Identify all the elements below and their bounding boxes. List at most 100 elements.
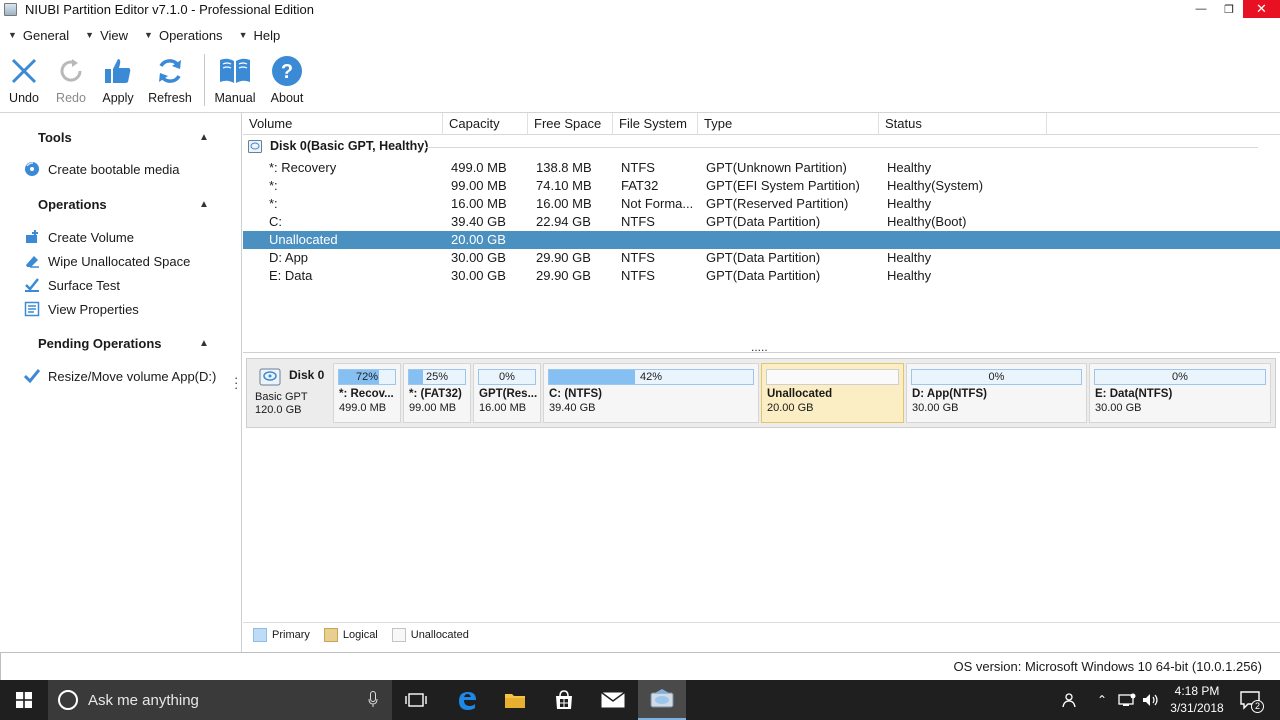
partition-usage-percent: 0% xyxy=(1172,371,1188,383)
question-icon: ? xyxy=(270,54,304,88)
menu-general[interactable]: ▼ General xyxy=(0,28,77,43)
partition-size: 16.00 MB xyxy=(479,402,527,414)
partition-block[interactable]: 0% E: Data(NTFS) 30.00 GB xyxy=(1089,363,1271,423)
store-button[interactable] xyxy=(540,680,588,720)
column-volume[interactable]: Volume xyxy=(243,113,443,135)
restore-button[interactable]: ❐ xyxy=(1215,0,1243,18)
view-properties-item[interactable]: View Properties xyxy=(24,301,139,317)
disk-0-row[interactable]: Disk 0(Basic GPT, Healthy) xyxy=(248,139,428,153)
table-row[interactable]: Unallocated 20.00 GB xyxy=(243,231,1280,249)
close-button[interactable]: ✕ xyxy=(1243,0,1280,18)
column-file-system[interactable]: File System xyxy=(613,113,698,135)
minimize-button[interactable]: — xyxy=(1187,0,1215,18)
toolbar: Undo Redo Apply Refresh Manual ? About xyxy=(0,50,310,112)
disk-row-rule xyxy=(426,147,1258,148)
cell-status: Healthy xyxy=(887,250,932,265)
column-type[interactable]: Type xyxy=(698,113,879,135)
refresh-icon xyxy=(153,54,187,88)
legend-logical: Logical xyxy=(323,628,378,642)
people-icon[interactable] xyxy=(1058,680,1078,720)
partition-name: D: App(NTFS) xyxy=(912,388,987,400)
about-button[interactable]: ? About xyxy=(264,50,310,105)
partition-block[interactable]: 0% D: App(NTFS) 30.00 GB xyxy=(906,363,1087,423)
partition-block[interactable]: 72% *: Recov... 499.0 MB xyxy=(333,363,401,423)
column-free-space[interactable]: Free Space xyxy=(528,113,613,135)
redo-button[interactable]: Redo xyxy=(48,50,94,105)
partition-name: *: (FAT32) xyxy=(409,388,462,400)
partition-block[interactable]: 42% C: (NTFS) 39.40 GB xyxy=(543,363,759,423)
action-center-button[interactable]: 2 xyxy=(1237,680,1265,720)
edge-button[interactable] xyxy=(443,680,491,720)
mail-icon xyxy=(601,692,625,708)
table-row[interactable]: C: 39.40 GB 22.94 GB NTFS GPT(Data Partition… xyxy=(243,213,1280,231)
niubi-taskbar-button[interactable] xyxy=(638,680,686,720)
menu-general-label: General xyxy=(22,27,70,43)
network-icon[interactable] xyxy=(1117,680,1137,720)
wipe-unallocated-space-item[interactable]: Wipe Unallocated Space xyxy=(24,253,190,269)
disk-map-size: 120.0 GB xyxy=(255,404,302,416)
manual-button[interactable]: Manual xyxy=(212,50,258,105)
create-volume-icon xyxy=(24,229,40,245)
partition-unallocated[interactable]: Unallocated 20.00 GB xyxy=(761,363,904,423)
collapse-pending-icon[interactable]: ▲ xyxy=(199,338,209,349)
partition-size: 99.00 MB xyxy=(409,402,457,414)
microphone-icon[interactable] xyxy=(368,691,378,708)
cell-capacity: 39.40 GB xyxy=(451,214,506,229)
volume-icon[interactable] xyxy=(1141,680,1161,720)
cell-capacity: 16.00 MB xyxy=(451,196,507,211)
search-box[interactable]: Ask me anything xyxy=(48,680,392,720)
menu-help[interactable]: ▼ Help xyxy=(231,28,289,43)
hard-disk-icon xyxy=(259,367,281,387)
cell-capacity: 499.0 MB xyxy=(451,160,507,175)
cortana-icon xyxy=(58,690,78,710)
refresh-button[interactable]: Refresh xyxy=(142,50,198,105)
cell-status: Healthy xyxy=(887,268,932,283)
legend-divider xyxy=(243,622,1280,623)
pending-section-title: Pending Operations xyxy=(38,336,162,351)
menu-operations[interactable]: ▼ Operations xyxy=(136,28,231,43)
pending-resize-item[interactable]: Resize/Move volume App(D:) xyxy=(24,368,216,384)
partition-size: 30.00 GB xyxy=(1095,402,1142,414)
panel-drag-handle[interactable]: · · · xyxy=(234,371,238,394)
partition-usage-percent: 42% xyxy=(639,371,663,383)
column-status[interactable]: Status xyxy=(879,113,1047,135)
table-row[interactable]: *: 99.00 MB 74.10 MB FAT32 GPT(EFI System Pa… xyxy=(243,177,1280,195)
undo-button[interactable]: Undo xyxy=(1,50,47,105)
column-capacity[interactable]: Capacity xyxy=(443,113,528,135)
disk-map-disk-info[interactable]: Disk 0 Basic GPT 120.0 GB xyxy=(247,359,331,427)
cell-file-system: Not Forma... xyxy=(621,196,694,211)
table-row[interactable]: *: Recovery 499.0 MB 138.8 MB NTFS GPT(Unkno… xyxy=(243,159,1280,177)
cell-volume: *: xyxy=(269,196,278,211)
clock[interactable]: 4:18 PM 3/31/2018 xyxy=(1166,683,1228,717)
table-row[interactable]: E: Data 30.00 GB 29.90 GB NTFS GPT(Data Part… xyxy=(243,267,1280,285)
notification-badge: 2 xyxy=(1251,700,1264,713)
create-volume-item[interactable]: Create Volume xyxy=(24,229,134,245)
start-button[interactable] xyxy=(0,680,48,720)
partition-block[interactable]: 0% GPT(Res... 16.00 MB xyxy=(473,363,541,423)
clock-time: 4:18 PM xyxy=(1174,684,1220,698)
windows-icon xyxy=(16,692,32,708)
cell-file-system: NTFS xyxy=(621,250,655,265)
create-bootable-media-item[interactable]: Create bootable media xyxy=(24,161,180,177)
menu-view[interactable]: ▼ View xyxy=(77,28,136,43)
table-row[interactable]: D: App 30.00 GB 29.90 GB NTFS GPT(Data Parti… xyxy=(243,249,1280,267)
partition-usage-percent: 0% xyxy=(988,371,1005,383)
task-view-button[interactable] xyxy=(392,680,440,720)
cell-file-system: NTFS xyxy=(621,160,655,175)
chevron-down-icon: ▼ xyxy=(8,30,17,40)
mail-button[interactable] xyxy=(589,680,637,720)
checkmark-icon xyxy=(24,368,40,384)
partition-usage-bar xyxy=(766,369,899,385)
file-explorer-button[interactable] xyxy=(491,680,539,720)
table-row[interactable]: *: 16.00 MB 16.00 MB Not Forma... GPT(Reserv… xyxy=(243,195,1280,213)
cell-type: GPT(EFI System Partition) xyxy=(706,178,860,193)
chevron-down-icon: ▼ xyxy=(144,30,153,40)
legend-logical-label: Logical xyxy=(342,629,378,641)
apply-button[interactable]: Apply xyxy=(95,50,141,105)
partition-block[interactable]: 25% *: (FAT32) 99.00 MB xyxy=(403,363,471,423)
chevron-up-icon[interactable]: ⌃ xyxy=(1094,680,1110,720)
collapse-tools-icon[interactable]: ▲ xyxy=(199,132,209,143)
pane-divider xyxy=(243,352,1280,353)
collapse-operations-icon[interactable]: ▲ xyxy=(199,199,209,210)
surface-test-item[interactable]: Surface Test xyxy=(24,277,120,293)
